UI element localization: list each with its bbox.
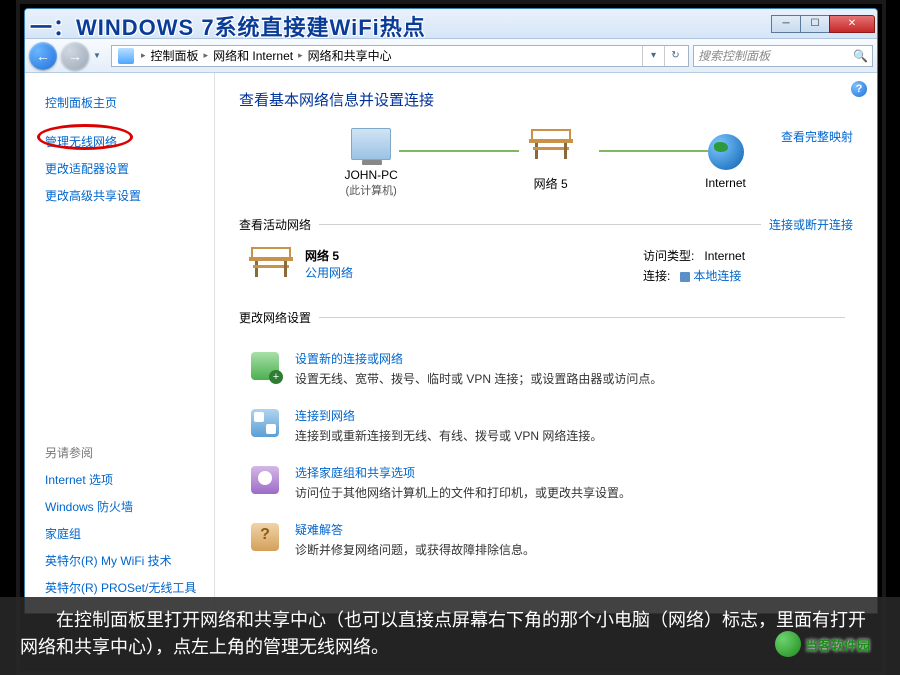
crumb-sep: ▸ <box>138 50 149 61</box>
sidebar-manage-wireless[interactable]: 管理无线网络 <box>45 128 117 155</box>
search-placeholder: 搜索控制面板 <box>698 47 770 64</box>
connect-network-icon <box>251 409 279 437</box>
access-type-label: 访问类型: <box>643 249 694 263</box>
connect-disconnect-link[interactable]: 连接或断开连接 <box>769 216 853 233</box>
setting-desc: 设置无线、宽带、拨号、临时或 VPN 连接；或设置路由器或访问点。 <box>295 370 662 387</box>
minimize-button[interactable]: ─ <box>771 15 801 33</box>
bench-icon <box>529 139 573 163</box>
search-input[interactable]: 搜索控制面板 🔍 <box>693 45 873 67</box>
see-also-internet-options[interactable]: Internet 选项 <box>45 466 214 493</box>
connection-label: 连接: <box>643 269 670 283</box>
map-node-internet[interactable]: Internet <box>704 132 748 190</box>
settings-list: 设置新的连接或网络 设置无线、宽带、拨号、临时或 VPN 连接；或设置路由器或访… <box>239 336 853 570</box>
network-map: 查看完整映射 JOHN-PC (此计算机) 网络 5 Internet <box>239 124 853 208</box>
crumb-sep: ▸ <box>201 50 212 61</box>
plug-icon <box>680 272 690 282</box>
troubleshoot-icon <box>251 523 279 551</box>
setting-title: 选择家庭组和共享选项 <box>295 464 631 481</box>
access-type-value: Internet <box>704 249 745 263</box>
address-bar[interactable]: ▸ 控制面板 ▸ 网络和 Internet ▸ 网络和共享中心 ▾ ↻ <box>111 45 689 67</box>
node-sublabel: (此计算机) <box>345 182 396 198</box>
setting-troubleshoot[interactable]: 疑难解答 诊断并修复网络问题，或获得故障排除信息。 <box>239 513 853 570</box>
control-panel-window: ─ ☐ ✕ ← → ▼ ▸ 控制面板 ▸ 网络和 Internet ▸ 网络和共… <box>24 8 878 614</box>
setting-title: 连接到网络 <box>295 407 602 424</box>
sidebar-item-label: 管理无线网络 <box>45 135 117 149</box>
refresh-button[interactable]: ↻ <box>664 46 686 66</box>
computer-icon <box>351 128 391 160</box>
see-also-firewall[interactable]: Windows 防火墙 <box>45 493 214 520</box>
see-also-intel-mywifi[interactable]: 英特尔(R) My WiFi 技术 <box>45 547 214 574</box>
watermark: 当客软件园 <box>775 631 870 657</box>
breadcrumb-item[interactable]: 控制面板 <box>149 47 201 64</box>
watermark-text: 当客软件园 <box>805 635 870 654</box>
active-networks-heading: 查看活动网络 <box>239 216 311 233</box>
address-dropdown[interactable]: ▾ <box>642 46 664 66</box>
search-icon: 🔍 <box>853 49 868 63</box>
see-also-homegroup[interactable]: 家庭组 <box>45 520 214 547</box>
crumb-sep: ▸ <box>295 50 306 61</box>
tutorial-caption: 在控制面板里打开网络和共享中心（也可以直接点屏幕右下角的那个小电脑（网络）标志，… <box>0 597 900 675</box>
setting-title: 疑难解答 <box>295 521 535 538</box>
see-also-heading: 另请参阅 <box>45 439 214 466</box>
setting-title: 设置新的连接或网络 <box>295 350 662 367</box>
breadcrumb-item[interactable]: 网络和 Internet <box>211 47 295 64</box>
watermark-icon <box>775 631 801 657</box>
sidebar-change-sharing[interactable]: 更改高级共享设置 <box>45 182 214 209</box>
network-type-link[interactable]: 公用网络 <box>305 264 353 281</box>
breadcrumb-item[interactable]: 网络和共享中心 <box>306 47 394 64</box>
sidebar: 控制面板主页 管理无线网络 更改适配器设置 更改高级共享设置 另请参阅 Inte… <box>25 73 215 613</box>
sidebar-home[interactable]: 控制面板主页 <box>45 89 214 116</box>
globe-icon <box>708 134 744 170</box>
forward-button[interactable]: → <box>61 42 89 70</box>
help-icon[interactable]: ? <box>851 81 867 97</box>
main-content: ? 查看基本网络信息并设置连接 查看完整映射 JOHN-PC (此计算机) 网络… <box>215 73 877 613</box>
bench-icon <box>249 247 293 283</box>
node-label: JOHN-PC <box>344 168 397 182</box>
close-button[interactable]: ✕ <box>829 15 875 33</box>
setting-desc: 诊断并修复网络问题，或获得故障排除信息。 <box>295 541 535 558</box>
setting-homegroup[interactable]: 选择家庭组和共享选项 访问位于其他网络计算机上的文件和打印机，或更改共享设置。 <box>239 456 853 513</box>
setting-desc: 连接到或重新连接到无线、有线、拨号或 VPN 网络连接。 <box>295 427 602 444</box>
homegroup-icon <box>251 466 279 494</box>
node-label: 网络 5 <box>534 175 568 192</box>
setting-desc: 访问位于其他网络计算机上的文件和打印机，或更改共享设置。 <box>295 484 631 501</box>
back-button[interactable]: ← <box>29 42 57 70</box>
page-title: 查看基本网络信息并设置连接 <box>239 89 853 110</box>
setting-new-connection[interactable]: 设置新的连接或网络 设置无线、宽带、拨号、临时或 VPN 连接；或设置路由器或访… <box>239 342 853 399</box>
new-connection-icon <box>251 352 279 380</box>
network-name: 网络 5 <box>305 247 353 264</box>
setting-connect-network[interactable]: 连接到网络 连接到或重新连接到无线、有线、拨号或 VPN 网络连接。 <box>239 399 853 456</box>
active-network-row: 网络 5 公用网络 访问类型: Internet 连接: 本地连接 <box>239 243 853 301</box>
node-label: Internet <box>705 176 746 190</box>
map-node-network[interactable]: 网络 5 <box>529 131 573 192</box>
control-panel-icon <box>118 48 134 64</box>
map-connector <box>399 150 519 152</box>
maximize-button[interactable]: ☐ <box>800 15 830 33</box>
sidebar-change-adapter[interactable]: 更改适配器设置 <box>45 155 214 182</box>
tutorial-headline: 一：WINDOWS 7系统直接建WiFi热点 <box>30 10 426 42</box>
navigation-bar: ← → ▼ ▸ 控制面板 ▸ 网络和 Internet ▸ 网络和共享中心 ▾ … <box>25 39 877 73</box>
view-full-map-link[interactable]: 查看完整映射 <box>781 128 853 145</box>
history-dropdown[interactable]: ▼ <box>93 51 107 60</box>
change-settings-heading: 更改网络设置 <box>239 309 311 326</box>
connection-link[interactable]: 本地连接 <box>693 269 741 283</box>
map-connector <box>599 150 719 152</box>
map-node-computer[interactable]: JOHN-PC (此计算机) <box>344 124 397 198</box>
